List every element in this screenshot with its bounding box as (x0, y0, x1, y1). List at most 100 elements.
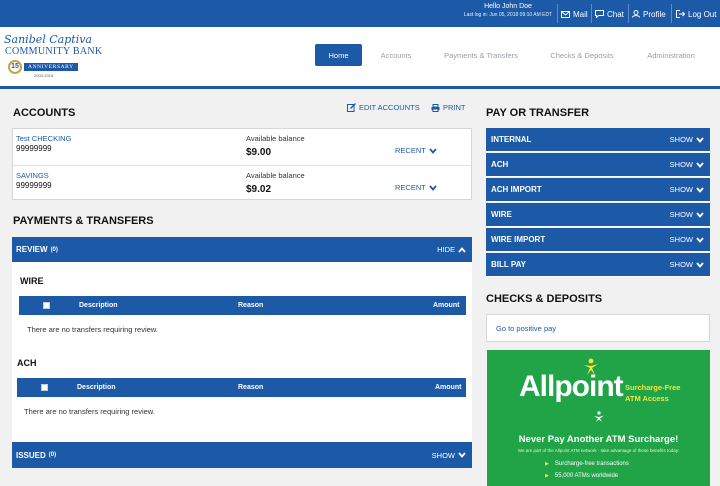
review-count: (0) (50, 246, 58, 253)
select-all-checkbox[interactable] (43, 302, 50, 309)
show-toggle[interactable]: SHOW (670, 153, 704, 176)
chat-label: Chat (607, 9, 624, 19)
show-label: SHOW (431, 450, 455, 460)
ad-subtext: We are part of the Allpoint ATM network … (517, 448, 680, 453)
recent-label: RECENT (395, 146, 426, 155)
checks-card: Go to positive pay (486, 314, 710, 342)
pay-item-wire-import[interactable]: WIRE IMPORT SHOW (486, 228, 710, 252)
profile-label: Profile (643, 9, 666, 19)
divider (628, 4, 629, 23)
chevron-down-icon (696, 136, 704, 143)
ach-table-header: Description Reason Amount (17, 378, 466, 397)
ach-subtitle: ACH (17, 358, 37, 368)
show-toggle[interactable]: SHOW (670, 178, 704, 201)
pay-item-ach-import[interactable]: ACH IMPORT SHOW (486, 178, 710, 202)
nav-accounts[interactable]: Accounts (372, 44, 420, 66)
review-hide-toggle[interactable]: HIDE (437, 237, 466, 262)
print-link[interactable]: PRINT (431, 103, 466, 112)
logout-icon (676, 10, 685, 18)
chevron-down-icon (429, 184, 437, 191)
pay-or-transfer-title: PAY OR TRANSFER (486, 107, 590, 119)
column-description: Description (77, 384, 116, 391)
review-label: REVIEW (16, 245, 48, 254)
divider (671, 4, 672, 23)
ad-headline: Never Pay Another ATM Surcharge! (518, 434, 679, 445)
accounts-title: ACCOUNTS (13, 107, 76, 119)
show-toggle[interactable]: SHOW (670, 203, 704, 226)
chevron-up-icon (458, 246, 466, 253)
issued-label: ISSUED (16, 450, 46, 460)
accounts-card: Test CHECKING 99999999 Available balance… (12, 128, 472, 200)
issued-show-toggle[interactable]: SHOW (432, 442, 466, 468)
profile-icon (632, 10, 640, 18)
nav-checks-deposits[interactable]: Checks & Deposits (541, 44, 623, 66)
chevron-down-icon (696, 236, 704, 243)
profile-link[interactable]: Profile (632, 8, 666, 20)
logout-label: Log Out (688, 9, 717, 19)
pay-item-wire[interactable]: WIRE SHOW (486, 203, 710, 227)
mail-link[interactable]: Mail (561, 8, 588, 20)
chat-icon (595, 10, 604, 18)
pay-item-label: WIRE IMPORT (491, 235, 546, 244)
column-reason: Reason (238, 384, 264, 391)
edit-accounts-label: EDIT ACCOUNTS (359, 103, 420, 112)
last-login-text: Last log in: Jun 05, 2018 09:10 AM EDT (463, 12, 553, 18)
allpoint-ad-banner[interactable]: Allpoint Surcharge-Free ATM Access Never… (487, 350, 710, 486)
wire-table-header: Description Reason Amount (19, 296, 466, 315)
select-all-checkbox[interactable] (41, 384, 48, 391)
allpoint-small-star-icon (594, 411, 604, 422)
show-toggle[interactable]: SHOW (670, 253, 704, 276)
recent-toggle[interactable]: RECENT (395, 183, 437, 192)
ad-tagline-line2: ATM Access (625, 394, 669, 403)
column-amount: Amount (433, 302, 460, 309)
positive-pay-link[interactable]: Go to positive pay (496, 324, 556, 333)
review-label-group: REVIEW (0) (16, 237, 58, 262)
show-label: SHOW (669, 160, 693, 169)
divider (591, 4, 592, 23)
account-name[interactable]: Test CHECKING (16, 134, 71, 143)
show-label: SHOW (669, 185, 693, 194)
print-label: PRINT (443, 103, 466, 112)
pay-item-internal[interactable]: INTERNAL SHOW (486, 128, 710, 152)
site-header: Sanibel Captiva COMMUNITY BANK 15 ANNIVE… (0, 27, 720, 89)
payments-title: PAYMENTS & TRANSFERS (13, 215, 154, 227)
pay-item-label: ACH (491, 160, 509, 169)
wire-subtitle: WIRE (20, 276, 44, 286)
bank-logo[interactable]: Sanibel Captiva COMMUNITY BANK 15 ANNIVE… (4, 33, 114, 85)
logout-link[interactable]: Log Out (676, 8, 716, 20)
ad-bullet: Surcharge-free transactions (545, 461, 629, 467)
chevron-down-icon (458, 452, 466, 458)
pay-item-label: BILL PAY (491, 260, 526, 269)
account-balance: $9.00 (246, 147, 272, 158)
chevron-down-icon (696, 211, 704, 218)
account-number: 99999999 (16, 181, 52, 190)
available-balance-label: Available balance (246, 171, 305, 180)
issued-label-group: ISSUED (0) (16, 442, 56, 468)
issued-bar: ISSUED (0) SHOW (12, 442, 472, 468)
top-bar: Hello John Doe Last log in: Jun 05, 2018… (0, 0, 720, 27)
show-toggle[interactable]: SHOW (670, 128, 704, 151)
chevron-down-icon (696, 261, 704, 268)
chevron-down-icon (696, 186, 704, 193)
show-label: SHOW (669, 135, 693, 144)
nav-payments-transfers[interactable]: Payments & Transfers (436, 44, 526, 66)
nav-home[interactable]: Home (315, 44, 362, 66)
account-name[interactable]: SAVINGS (16, 171, 49, 180)
mail-icon (561, 10, 570, 18)
column-amount: Amount (435, 384, 462, 391)
logo-years: 2003-2018 (34, 73, 54, 78)
account-balance: $9.02 (246, 184, 272, 195)
column-reason: Reason (238, 302, 264, 309)
nav-administration[interactable]: Administration (638, 44, 704, 66)
account-number: 99999999 (16, 144, 52, 153)
pay-item-label: WIRE (491, 210, 512, 219)
chat-link[interactable]: Chat (595, 8, 624, 20)
pay-item-ach[interactable]: ACH SHOW (486, 153, 710, 177)
edit-accounts-link[interactable]: EDIT ACCOUNTS (347, 103, 420, 112)
pay-item-bill-pay[interactable]: BILL PAY SHOW (486, 253, 710, 277)
logo-script-text: Sanibel Captiva (4, 33, 92, 46)
show-toggle[interactable]: SHOW (670, 228, 704, 251)
review-panel: WIRE Description Reason Amount There are… (12, 262, 472, 442)
account-row: Test CHECKING 99999999 Available balance… (13, 129, 471, 165)
recent-toggle[interactable]: RECENT (395, 146, 437, 155)
